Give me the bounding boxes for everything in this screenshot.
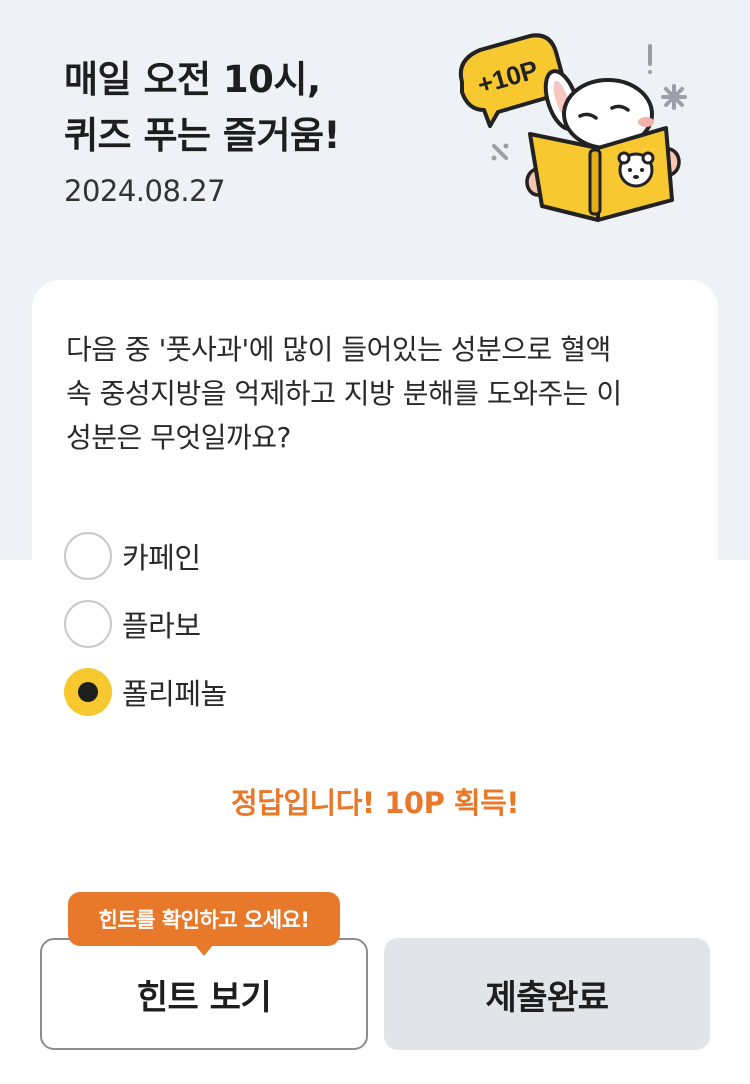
rabbit-reading-book-illustration: +10P [458,33,687,222]
option-label: 카페인 [122,541,201,575]
question-line-2: 속 중성지방을 억제하고 지방 분해를 도와주는 이 [66,377,622,410]
answer-option-1[interactable]: 카페인 [64,532,201,580]
quiz-date: 2024.08.27 [64,174,226,208]
radio-button[interactable] [64,600,112,648]
header: 매일 오전 10시, 퀴즈 푸는 즐거움! 2024.08.27 [64,52,340,208]
option-label: 폴리페놀 [122,677,227,711]
title-line-2: 퀴즈 푸는 즐거움! [64,114,340,157]
radio-button-selected[interactable] [64,668,112,716]
question-line-1: 다음 중 '풋사과'에 많이 들어있는 성분으로 혈액 [66,333,611,366]
option-label: 플라보 [122,609,201,643]
quiz-question: 다음 중 '풋사과'에 많이 들어있는 성분으로 혈액 속 중성지방을 억제하고… [66,328,686,460]
answer-option-3[interactable]: 폴리페놀 [64,668,227,716]
question-line-3: 성분은 무엇일까요? [66,421,291,454]
submit-button[interactable]: 제출완료 [384,938,710,1050]
radio-button[interactable] [64,532,112,580]
radio-dot-icon [78,682,98,702]
page-title: 매일 오전 10시, 퀴즈 푸는 즐거움! [64,52,340,164]
result-message: 정답입니다! 10P 획득! [230,786,520,820]
hint-tooltip: 힌트를 확인하고 오세요! [68,892,340,946]
answer-option-2[interactable]: 플라보 [64,600,201,648]
title-line-1: 매일 오전 10시, [64,58,321,101]
tooltip-arrow [194,944,214,956]
